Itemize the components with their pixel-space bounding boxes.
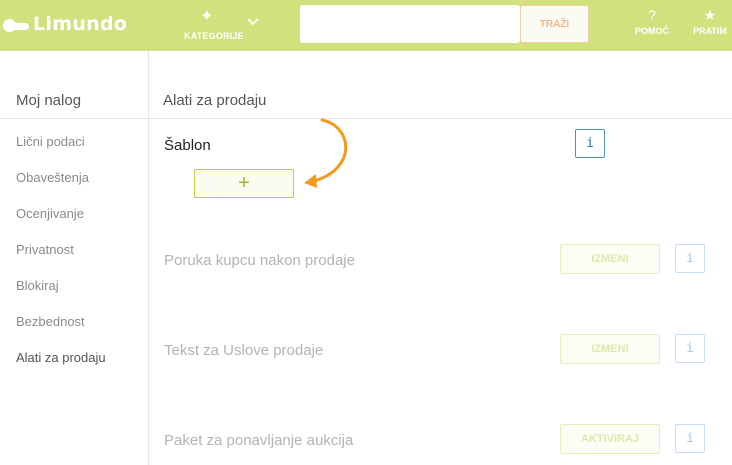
paket-aukcija-aktiviraj-button[interactable]: AKTIVIRAJ bbox=[560, 424, 660, 454]
pratim-link[interactable]: ★ PRATIM bbox=[688, 6, 732, 36]
help-icon: ? bbox=[648, 7, 656, 23]
page-title: Alati za prodaju bbox=[163, 92, 267, 109]
sidebar-item-licni-podaci[interactable]: Lični podaci bbox=[16, 134, 85, 149]
sidebar-item-alati-za-prodaju[interactable]: Alati za prodaju bbox=[16, 350, 106, 365]
sidebar-title: Moj nalog bbox=[16, 92, 82, 109]
add-sablon-button[interactable]: + bbox=[194, 169, 294, 198]
plus-icon: + bbox=[238, 172, 250, 194]
pomoc-link[interactable]: ? POMOĆ bbox=[630, 6, 674, 36]
poruka-kupcu-info-button[interactable]: i bbox=[675, 244, 705, 273]
uslovi-prodaje-info-button[interactable]: i bbox=[675, 334, 705, 363]
info-icon: i bbox=[686, 251, 694, 266]
star-icon: ★ bbox=[703, 7, 717, 23]
search-input[interactable] bbox=[300, 5, 520, 43]
sablon-info-button[interactable]: i bbox=[575, 129, 605, 158]
kategorije-menu[interactable]: ✦ KATEGORIJE bbox=[178, 6, 268, 46]
sidebar-item-blokiraj[interactable]: Blokiraj bbox=[16, 278, 59, 293]
sidebar-item-bezbednost[interactable]: Bezbednost bbox=[16, 314, 85, 329]
main-divider bbox=[149, 118, 732, 119]
logo-mark-icon bbox=[3, 15, 31, 33]
paket-aukcija-label: Paket za ponavljanje aukcija bbox=[164, 432, 354, 449]
uslovi-prodaje-izmeni-button[interactable]: IZMENI bbox=[560, 334, 660, 364]
paket-aukcija-info-button[interactable]: i bbox=[675, 424, 705, 453]
account-sidebar: Moj nalog Lični podaci Obaveštenja Ocenj… bbox=[0, 51, 149, 465]
search-button[interactable]: TRAŽI bbox=[520, 5, 589, 43]
sidebar-item-privatnost[interactable]: Privatnost bbox=[16, 242, 74, 257]
limundo-logo[interactable]: Limundo bbox=[3, 12, 127, 36]
sidebar-item-obavestenja[interactable]: Obaveštenja bbox=[16, 170, 89, 185]
logo-text: Limundo bbox=[33, 13, 128, 35]
pomoc-label: POMOĆ bbox=[634, 26, 669, 36]
chevron-down-icon bbox=[247, 18, 259, 26]
poruka-kupcu-izmeni-button[interactable]: IZMENI bbox=[560, 244, 660, 274]
info-icon: i bbox=[686, 341, 694, 356]
info-icon: i bbox=[586, 136, 594, 151]
pratim-label: PRATIM bbox=[693, 26, 727, 36]
sidebar-item-ocenjivanje[interactable]: Ocenjivanje bbox=[16, 206, 84, 221]
poruka-kupcu-label: Poruka kupcu nakon prodaje bbox=[164, 252, 355, 269]
uslovi-prodaje-label: Tekst za Uslove prodaje bbox=[164, 342, 324, 359]
top-header: Limundo ✦ KATEGORIJE TRAŽI ? POMOĆ ★ PRA… bbox=[0, 0, 732, 51]
curved-arrow-icon bbox=[304, 118, 348, 188]
sparkle-icon: ✦ bbox=[200, 8, 214, 25]
kategorije-label: KATEGORIJE bbox=[184, 31, 244, 41]
sablon-label: Šablon bbox=[164, 137, 211, 154]
sidebar-divider bbox=[0, 118, 148, 119]
info-icon: i bbox=[686, 431, 694, 446]
